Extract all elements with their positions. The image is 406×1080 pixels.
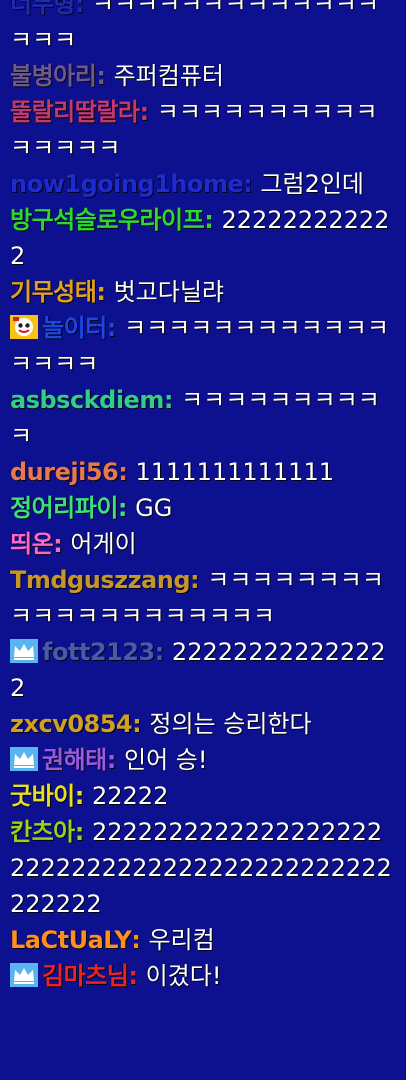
chat-username[interactable]: 굿바이 [10,782,75,810]
chat-username[interactable]: 놀이터 [42,314,107,342]
chat-username[interactable]: 뚤랄리딸랄라 [10,98,140,126]
chat-separator: : [163,386,174,414]
chat-message: dureji56: 1111111111111 [10,454,396,490]
chat-message: LaCtUaLY: 우리컴 [10,922,396,958]
chat-separator: : [132,710,142,738]
chat-text: 1111111111111 [135,458,334,486]
chat-username[interactable]: 권해태 [42,746,107,774]
chat-text: 어게이 [70,530,137,558]
chat-separator: : [117,494,128,522]
crown-badge-icon [10,747,38,771]
chat-separator: : [74,782,85,810]
chat-username[interactable]: zxcv0854 [10,710,133,738]
chat-separator: : [74,818,85,846]
chat-separator: : [118,458,128,486]
chat-text: 그럼2인데 [260,170,365,198]
crown-badge-icon [10,639,38,663]
chat-username[interactable]: 칸츠아 [10,818,75,846]
chat-message: now1going1home: 그럼2인데 [10,166,396,202]
chat-message: 놀이터: ㅋㅋㅋㅋㅋㅋㅋㅋㅋㅋㅋㅋㅋㅋㅋㅋ [10,310,396,382]
chat-text: 22222 [92,782,169,810]
chat-message: 권해태: 인어 승! [10,742,396,778]
chat-separator: : [154,638,165,666]
chat-message: asbsckdiem: ㅋㅋㅋㅋㅋㅋㅋㅋㅋㅋ [10,382,396,454]
chat-message: 정어리파이: GG [10,490,396,526]
emoji-badge-icon [10,315,38,339]
chat-separator: : [106,314,117,342]
chat-username[interactable]: dureji56 [10,458,119,486]
chat-username[interactable]: 띄온 [10,530,54,558]
chat-separator: : [190,566,200,594]
chat-log: 너두형: ㅋㅋㅋㅋㅋㅋㅋㅋㅋㅋㅋㅋㅋㅋㅋㅋ 불병아리: 주퍼컴퓨터 뚤랄리딸랄라: … [0,0,406,994]
chat-username[interactable]: 불병아리 [10,62,97,90]
chat-message: 칸츠아: 22222222222222222222222222222222222… [10,814,396,922]
chat-username[interactable]: asbsckdiem [10,386,164,414]
chat-text: 이겼다! [145,962,222,990]
chat-username[interactable]: fott2123 [42,638,155,666]
chat-message: 너두형: ㅋㅋㅋㅋㅋㅋㅋㅋㅋㅋㅋㅋㅋㅋㅋㅋ [10,0,396,58]
chat-text: 인어 승! [124,746,208,774]
chat-message: 불병아리: 주퍼컴퓨터 [10,58,396,94]
chat-message: 김마츠님: 이겼다! [10,958,396,994]
chat-separator: : [96,278,106,306]
chat-message: 띄온: 어게이 [10,526,396,562]
chat-text: 주퍼컴퓨터 [113,62,224,90]
chat-username[interactable]: 방구석슬로우라이프 [10,206,205,234]
chat-separator: : [53,530,63,558]
chat-separator: : [106,746,117,774]
chat-username[interactable]: 정어리파이 [10,494,118,522]
chat-text: 벗고다닐랴 [113,278,224,306]
chat-message: 기무성태: 벗고다닐랴 [10,274,396,310]
chat-username[interactable]: now1going1home [10,170,244,198]
crown-badge-icon [10,963,38,987]
chat-text: 정의는 승리한다 [149,710,312,738]
chat-text: GG [135,494,173,522]
chat-separator: : [204,206,214,234]
chat-username[interactable]: 기무성태 [10,278,97,306]
chat-username[interactable]: 김마츠님 [42,962,129,990]
chat-message: 굿바이: 22222 [10,778,396,814]
chat-username[interactable]: Tmdguszzang [10,566,191,594]
chat-separator: : [74,0,85,18]
chat-message: Tmdguszzang: ㅋㅋㅋㅋㅋㅋㅋㅋㅋㅋㅋㅋㅋㅋㅋㅋㅋㅋㅋㅋ [10,562,396,634]
chat-message: 뚤랄리딸랄라: ㅋㅋㅋㅋㅋㅋㅋㅋㅋㅋㅋㅋㅋㅋㅋ [10,94,396,166]
chat-username[interactable]: LaCtUaLY [10,926,132,954]
chat-message: 방구석슬로우라이프: 222222222222 [10,202,396,274]
chat-separator: : [243,170,253,198]
chat-username[interactable]: 너두형 [10,0,75,18]
chat-separator: : [131,926,141,954]
chat-message: fott2123: 222222222222222 [10,634,396,706]
chat-separator: : [96,62,106,90]
chat-message: zxcv0854: 정의는 승리한다 [10,706,396,742]
chat-text: 우리컴 [148,926,215,954]
chat-separator: : [139,98,150,126]
chat-separator: : [128,962,138,990]
